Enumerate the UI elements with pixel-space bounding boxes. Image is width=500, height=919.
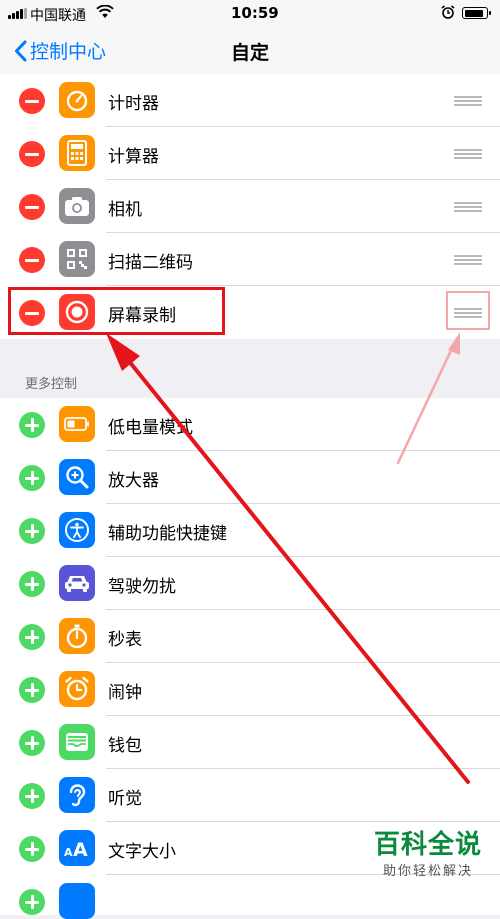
wallet-icon — [59, 724, 95, 760]
text-size-icon: AA — [59, 830, 95, 866]
list-item: 驾驶勿扰 — [0, 557, 500, 610]
watermark-subtitle: 助你轻松解决 — [383, 864, 474, 879]
watermark-title: 百科全说 — [374, 830, 483, 860]
list-item — [0, 875, 500, 919]
item-label: 秒表 — [108, 630, 142, 650]
reorder-handle[interactable] — [454, 200, 482, 213]
wifi-icon — [96, 5, 114, 18]
calculator-icon — [59, 135, 95, 171]
section-header: 更多控制 — [25, 377, 78, 392]
remove-button[interactable] — [19, 194, 45, 220]
remove-button[interactable] — [19, 300, 45, 326]
reorder-handle[interactable] — [454, 147, 482, 160]
carrier-name: 中国联通 — [30, 8, 86, 24]
list-item: 放大器 — [0, 451, 500, 504]
partial-icon — [59, 883, 95, 919]
add-button[interactable] — [19, 730, 45, 756]
add-button[interactable] — [19, 624, 45, 650]
list-item: 低电量模式 — [0, 398, 500, 451]
magnifier-icon — [59, 459, 95, 495]
add-button[interactable] — [19, 889, 45, 915]
timer-icon — [59, 82, 95, 118]
status-time: 10:59 — [231, 4, 279, 22]
watermark: 百科全说 助你轻松解决 — [374, 830, 482, 879]
add-button[interactable] — [19, 836, 45, 862]
item-label: 相机 — [108, 200, 142, 220]
status-bar: 中国联通 10:59 — [0, 0, 500, 28]
item-label: 闹钟 — [108, 683, 142, 703]
item-label: 低电量模式 — [108, 418, 193, 438]
list-item: 听觉 — [0, 769, 500, 822]
accessibility-icon — [59, 512, 95, 548]
qr-code-icon — [59, 241, 95, 277]
camera-icon — [59, 188, 95, 224]
list-item: 计算器 — [0, 127, 500, 180]
list-item: 相机 — [0, 180, 500, 233]
remove-button[interactable] — [19, 141, 45, 167]
battery-icon — [462, 7, 491, 19]
svg-text:A: A — [64, 846, 73, 859]
add-button[interactable] — [19, 465, 45, 491]
item-label: 驾驶勿扰 — [108, 577, 176, 597]
add-button[interactable] — [19, 783, 45, 809]
list-item: 屏幕录制 — [0, 286, 500, 339]
item-label: 计时器 — [108, 94, 159, 114]
list-item: 秒表 — [0, 610, 500, 663]
ear-icon — [59, 777, 95, 813]
screen-record-icon — [59, 294, 95, 330]
item-label: 听觉 — [108, 789, 142, 809]
stopwatch-icon — [59, 618, 95, 654]
add-button[interactable] — [19, 677, 45, 703]
add-button[interactable] — [19, 412, 45, 438]
list-item: 辅助功能快捷键 — [0, 504, 500, 557]
item-label: 计算器 — [108, 147, 159, 167]
included-controls-list: 计时器 计算器 相机 扫描二维码 屏幕录制 — [0, 74, 500, 339]
item-label: 扫描二维码 — [108, 253, 193, 273]
reorder-handle[interactable] — [454, 306, 482, 319]
page-title: 自定 — [230, 42, 269, 64]
remove-button[interactable] — [19, 88, 45, 114]
signal-strength-icon — [8, 8, 28, 19]
reorder-handle[interactable] — [454, 253, 482, 266]
reorder-handle[interactable] — [454, 94, 482, 107]
remove-button[interactable] — [19, 247, 45, 273]
add-button[interactable] — [19, 571, 45, 597]
low-power-icon — [59, 406, 95, 442]
item-label: 辅助功能快捷键 — [108, 524, 227, 544]
list-item: 闹钟 — [0, 663, 500, 716]
item-label: 屏幕录制 — [108, 306, 176, 326]
navigation-bar: 控制中心 自定 — [0, 28, 500, 79]
add-button[interactable] — [19, 518, 45, 544]
item-label: 钱包 — [108, 736, 142, 756]
list-item: 扫描二维码 — [0, 233, 500, 286]
item-label: 文字大小 — [108, 842, 176, 862]
item-label: 放大器 — [108, 471, 159, 491]
alarm-status-icon — [441, 5, 455, 19]
alarm-icon — [59, 671, 95, 707]
svg-text:A: A — [73, 839, 88, 859]
list-item: 钱包 — [0, 716, 500, 769]
car-icon — [59, 565, 95, 601]
list-item: 计时器 — [0, 74, 500, 127]
